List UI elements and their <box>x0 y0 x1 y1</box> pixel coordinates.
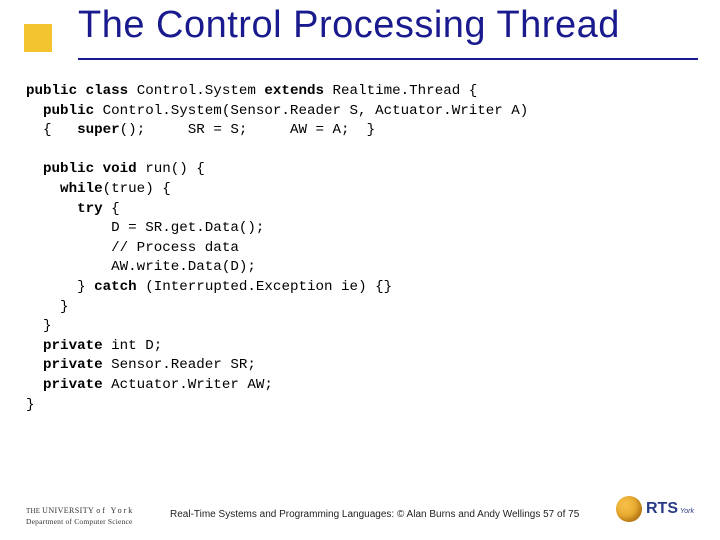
code-l16b: Actuator.Writer AW; <box>111 377 273 393</box>
kw-super: super <box>77 122 120 138</box>
kw-public-class: public class <box>26 83 137 99</box>
code-classname: Control.System <box>137 83 265 99</box>
kw-private-2: private <box>26 357 111 373</box>
code-l15b: Sensor.Reader SR; <box>111 357 256 373</box>
code-l17: } <box>26 397 35 413</box>
slide-title: The Control Processing Thread <box>78 4 700 47</box>
footer: THE UNIVERSITY of York Department of Com… <box>0 486 720 526</box>
code-l11c: (Interrupted.Exception ie) {} <box>145 279 392 295</box>
code-while-cond: (true) { <box>103 181 171 197</box>
uni-of: UNIVERSITY <box>42 506 96 515</box>
rts-sub: York <box>680 508 694 515</box>
uni-york: of York <box>96 506 134 515</box>
code-l13: } <box>26 318 52 334</box>
university-logo: THE UNIVERSITY of York Department of Com… <box>26 506 134 526</box>
rts-logo: RTS York <box>616 496 694 522</box>
uni-the: THE <box>26 507 42 515</box>
code-ctor-sig: Control.System(Sensor.Reader S, Actuator… <box>103 103 529 119</box>
kw-public-void: public void <box>26 161 145 177</box>
footer-caption: Real-Time Systems and Programming Langua… <box>170 509 579 520</box>
title-bullet <box>24 24 52 52</box>
code-l12: } <box>26 299 69 315</box>
code-l11a: } <box>26 279 94 295</box>
kw-try: try <box>26 201 111 217</box>
rts-label: RTS <box>646 500 678 518</box>
code-l03c: (); SR = S; AW = A; } <box>120 122 375 138</box>
code-l09: // Process data <box>26 240 239 256</box>
globe-icon <box>616 496 642 522</box>
university-name: THE UNIVERSITY of York <box>26 506 134 515</box>
code-l03a: { <box>26 122 77 138</box>
code-run: run() { <box>145 161 205 177</box>
university-dept: Department of Computer Science <box>26 517 134 526</box>
kw-extends: extends <box>264 83 332 99</box>
code-l08: D = SR.get.Data(); <box>26 220 264 236</box>
kw-while: while <box>26 181 103 197</box>
kw-public-ctor: public <box>26 103 103 119</box>
title-underline <box>78 58 698 60</box>
code-l10: AW.write.Data(D); <box>26 259 256 275</box>
code-try-brace: { <box>111 201 120 217</box>
code-block: public class Control.System extends Real… <box>26 82 700 415</box>
kw-catch: catch <box>94 279 145 295</box>
kw-private-1: private <box>26 338 111 354</box>
code-superclass: Realtime.Thread { <box>333 83 478 99</box>
code-l14b: int D; <box>111 338 162 354</box>
kw-private-3: private <box>26 377 111 393</box>
rts-text: RTS York <box>646 500 694 518</box>
